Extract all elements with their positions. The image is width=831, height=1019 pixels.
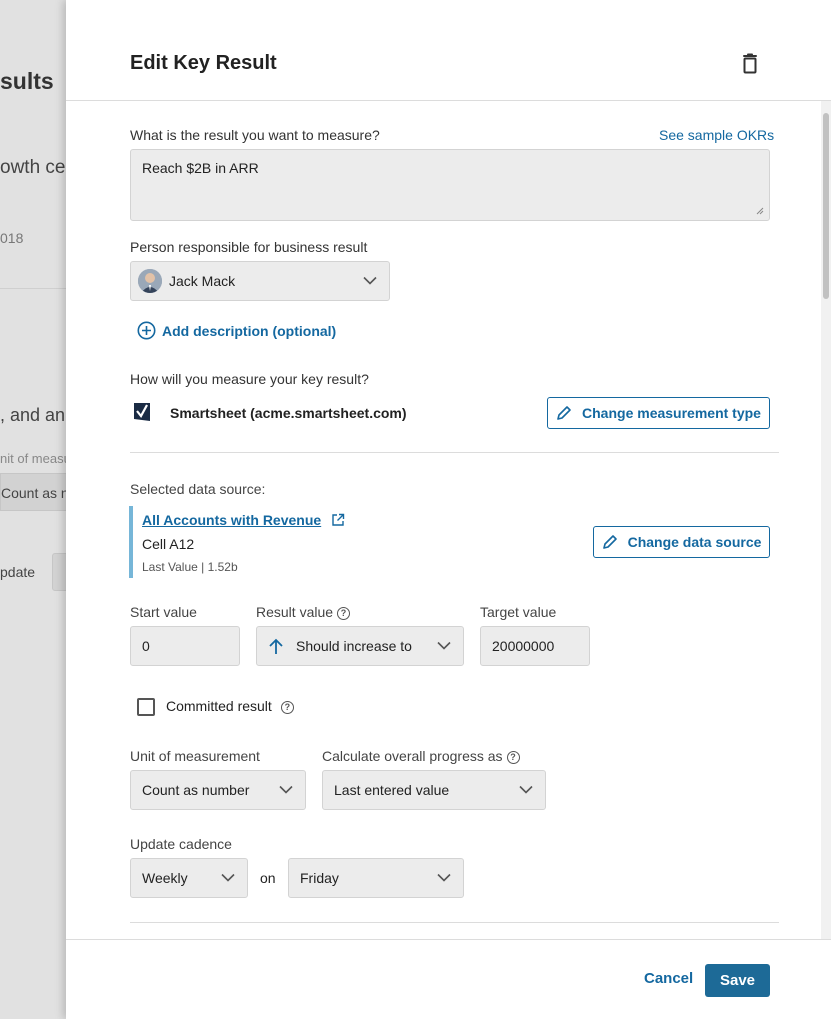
change-data-source-label: Change data source <box>627 534 762 550</box>
start-value-input[interactable]: 0 <box>130 626 240 666</box>
measure-question-label: How will you measure your key result? <box>130 371 369 387</box>
committed-label: Committed result <box>166 698 272 714</box>
cadence-select[interactable]: Weekly <box>130 858 248 898</box>
target-value-input[interactable]: 20000000 <box>480 626 590 666</box>
unit-label: Unit of measurement <box>130 748 260 764</box>
help-icon[interactable]: ? <box>280 700 294 714</box>
scrollbar[interactable] <box>821 101 831 939</box>
chevron-down-icon <box>437 873 451 882</box>
pencil-icon <box>602 535 617 549</box>
cadence-label: Update cadence <box>130 836 232 852</box>
background-title: sults <box>0 68 54 94</box>
day-value: Friday <box>300 870 339 886</box>
background-unit-label: nit of measu <box>0 451 71 466</box>
background-text: , and an <box>0 405 66 425</box>
result-value-text: Should increase to <box>296 638 412 654</box>
avatar <box>138 269 162 293</box>
add-description-button[interactable]: Add description (optional) <box>137 321 336 340</box>
panel-title: Edit Key Result <box>130 52 277 74</box>
result-value-select[interactable]: Should increase to <box>256 626 464 666</box>
help-icon[interactable]: ? <box>337 606 351 620</box>
background-divider <box>0 288 70 289</box>
result-question-label: What is the result you want to measure? <box>130 127 380 143</box>
change-data-source-button[interactable]: Change data source <box>593 526 770 558</box>
background-update-label: pdate <box>0 564 36 580</box>
on-label: on <box>260 870 276 886</box>
see-sample-okrs-link[interactable]: See sample OKRs <box>659 127 774 143</box>
data-source-label: Selected data source: <box>130 481 266 497</box>
panel-header: Edit Key Result <box>66 0 831 101</box>
start-value-label: Start value <box>130 604 197 620</box>
cancel-button[interactable]: Cancel <box>644 970 693 987</box>
committed-checkbox[interactable] <box>137 698 155 716</box>
cadence-value: Weekly <box>142 870 188 886</box>
help-icon[interactable]: ? <box>506 750 520 764</box>
last-value: Last Value | 1.52b <box>142 560 238 574</box>
arrow-up-icon <box>269 638 283 654</box>
progress-value: Last entered value <box>334 782 450 798</box>
trash-icon[interactable] <box>738 52 762 76</box>
pencil-icon <box>557 406 571 420</box>
data-source-link-row: All Accounts with Revenue <box>142 512 345 528</box>
data-source-link[interactable]: All Accounts with Revenue <box>142 512 321 528</box>
save-button[interactable]: Save <box>705 964 770 997</box>
chevron-down-icon <box>279 785 293 794</box>
chevron-down-icon <box>437 641 451 650</box>
external-link-icon[interactable] <box>331 513 345 527</box>
start-value: 0 <box>142 638 150 654</box>
target-value: 20000000 <box>492 638 555 654</box>
data-source-cell: Cell A12 <box>142 536 195 552</box>
unit-select[interactable]: Count as number <box>130 770 306 810</box>
progress-label: Calculate overall progress as <box>322 748 503 764</box>
progress-label-row: Calculate overall progress as? <box>322 748 520 764</box>
progress-select[interactable]: Last entered value <box>322 770 546 810</box>
chevron-down-icon <box>363 276 377 285</box>
plus-circle-icon <box>137 321 156 340</box>
result-textarea[interactable]: Reach $2B in ARR <box>130 149 770 221</box>
resize-handle-icon[interactable] <box>756 207 764 215</box>
target-value-label: Target value <box>480 604 557 620</box>
edit-key-result-panel: Edit Key Result What is the result you w… <box>66 0 831 1019</box>
change-measurement-button[interactable]: Change measurement type <box>547 397 770 429</box>
result-text: Reach $2B in ARR <box>142 160 259 176</box>
data-source-accent-bar <box>129 506 133 578</box>
scrollbar-thumb[interactable] <box>823 113 829 299</box>
day-select[interactable]: Friday <box>288 858 464 898</box>
panel-body: What is the result you want to measure? … <box>66 101 821 939</box>
section-divider <box>130 452 779 453</box>
section-divider <box>130 922 779 923</box>
committed-label-row: Committed result? <box>166 698 294 714</box>
chevron-down-icon <box>519 785 533 794</box>
background-subtitle: owth ce <box>0 157 66 178</box>
smartsheet-logo-icon <box>133 402 151 427</box>
person-label: Person responsible for business result <box>130 239 368 255</box>
change-measurement-label: Change measurement type <box>582 405 761 421</box>
background-date: 018 <box>0 230 24 246</box>
panel-footer: Cancel Save <box>66 939 831 1019</box>
result-value-label: Result value? <box>256 604 351 620</box>
person-select[interactable]: Jack Mack <box>130 261 390 301</box>
chevron-down-icon <box>221 873 235 882</box>
measure-source: Smartsheet (acme.smartsheet.com) <box>170 405 407 421</box>
unit-value: Count as number <box>142 782 250 798</box>
background-unit-select: Count as nu <box>0 473 77 511</box>
add-description-label: Add description (optional) <box>162 322 337 339</box>
person-value: Jack Mack <box>169 273 236 289</box>
result-value-label-text: Result value <box>256 604 334 620</box>
